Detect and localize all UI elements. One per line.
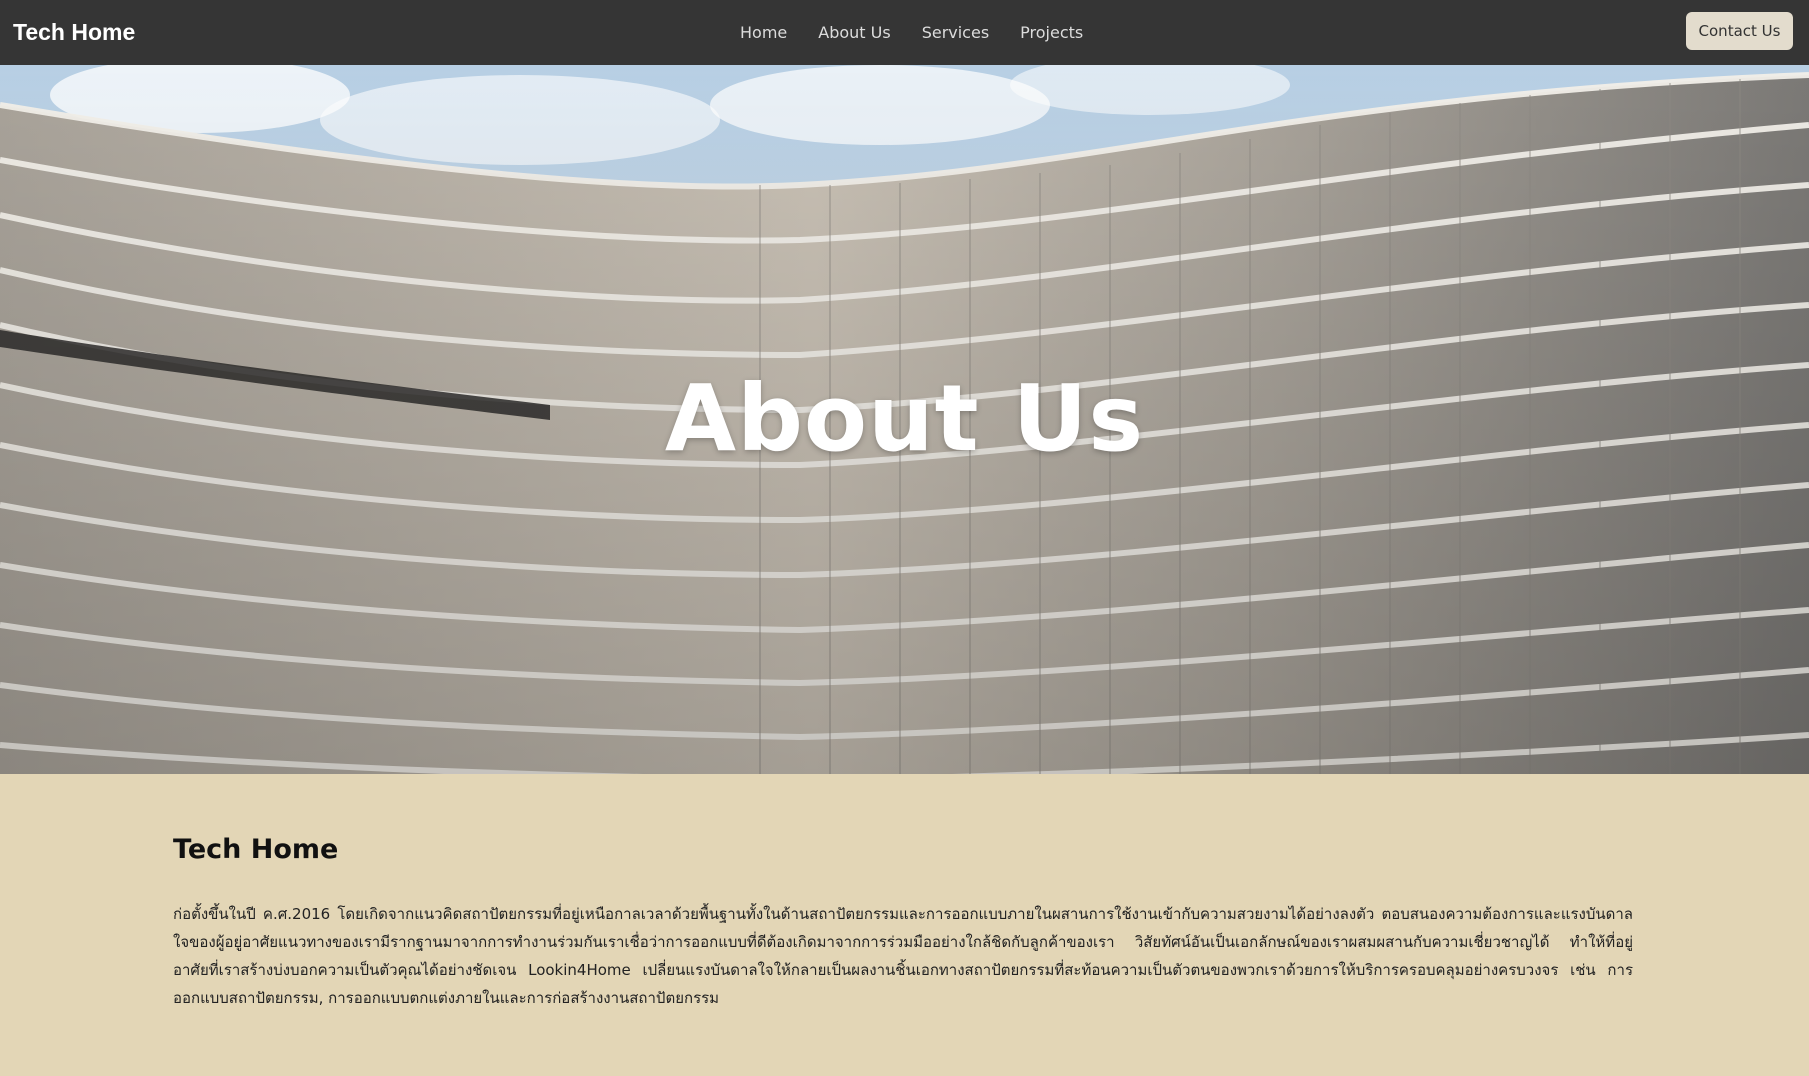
about-section: Tech Home ก่อตั้งขึ้นในปี ค.ศ.2016 โดยเก… <box>0 774 1809 1076</box>
nav-link-home[interactable]: Home <box>740 23 787 42</box>
company-name-heading: Tech Home <box>173 834 339 865</box>
brand-logo[interactable]: Tech Home <box>13 0 135 65</box>
contact-us-button[interactable]: Contact Us <box>1686 12 1793 50</box>
navbar: Tech Home Home About Us Services Project… <box>0 0 1809 65</box>
nav-link-services[interactable]: Services <box>922 23 989 42</box>
nav-link-about-us[interactable]: About Us <box>818 23 890 42</box>
hero-banner: About Us <box>0 65 1809 774</box>
nav-menu: Home About Us Services Projects <box>740 0 1114 65</box>
hero-title: About Us <box>664 365 1145 472</box>
nav-link-projects[interactable]: Projects <box>1020 23 1083 42</box>
company-description: ก่อตั้งขึ้นในปี ค.ศ.2016 โดยเกิดจากแนวคิ… <box>173 905 1633 1007</box>
